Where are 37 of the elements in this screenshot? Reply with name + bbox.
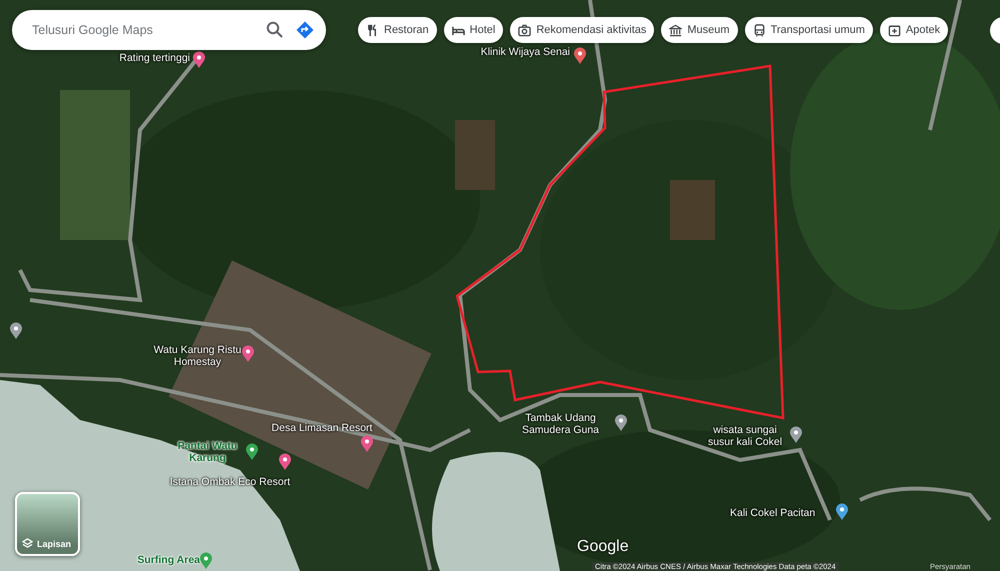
place-label[interactable]: wisata sungai susur kali Cokel xyxy=(700,424,790,448)
category-chip[interactable]: Transportasi umum xyxy=(744,17,873,43)
place-label[interactable]: Tambak Udang Samudera Guna xyxy=(508,412,613,436)
map-pin-icon[interactable] xyxy=(241,345,255,363)
place-label[interactable]: Watu Karung Ristu Homestay xyxy=(150,344,245,368)
search-bar[interactable]: Telusuri Google Maps xyxy=(12,10,326,50)
map-pin-icon[interactable] xyxy=(573,47,587,65)
pharmacy-icon xyxy=(888,24,901,36)
layers-icon xyxy=(22,538,33,549)
search-input[interactable]: Telusuri Google Maps xyxy=(12,22,254,38)
map-pin-icon[interactable] xyxy=(360,435,374,453)
google-logo: Google xyxy=(577,538,629,556)
map-pin-icon[interactable] xyxy=(789,426,803,444)
place-label[interactable]: Rating tertinggi xyxy=(108,52,190,64)
camera-icon xyxy=(518,24,532,36)
bus-icon xyxy=(752,24,766,36)
map-pin-icon[interactable] xyxy=(192,51,206,69)
map-pin-icon[interactable] xyxy=(278,453,292,471)
farmland-patch xyxy=(670,180,715,240)
map-pin-icon[interactable] xyxy=(245,443,259,461)
category-chip[interactable]: Restoran xyxy=(358,17,437,43)
map-pin-icon[interactable] xyxy=(9,322,23,340)
museum-icon xyxy=(669,24,682,36)
fork-knife-icon xyxy=(366,24,379,36)
map-pin-icon[interactable] xyxy=(835,503,849,521)
place-label[interactable]: Kali Cokel Pacitan xyxy=(730,507,860,519)
layers-button[interactable]: Lapisan xyxy=(15,492,80,556)
category-chip[interactable]: Apotek xyxy=(880,17,948,43)
place-label[interactable]: Klinik Wijaya Senai xyxy=(468,46,570,58)
category-chip[interactable]: Hotel xyxy=(444,17,504,43)
farmland-patch xyxy=(455,120,495,190)
category-chip[interactable]: Rekomendasi aktivitas xyxy=(510,17,654,43)
place-label[interactable]: Desa Limasan Resort xyxy=(262,422,382,434)
category-chip[interactable]: Museum xyxy=(661,17,738,43)
search-icon[interactable] xyxy=(266,21,284,39)
directions-icon[interactable] xyxy=(296,21,314,39)
map-pin-icon[interactable] xyxy=(614,414,628,432)
